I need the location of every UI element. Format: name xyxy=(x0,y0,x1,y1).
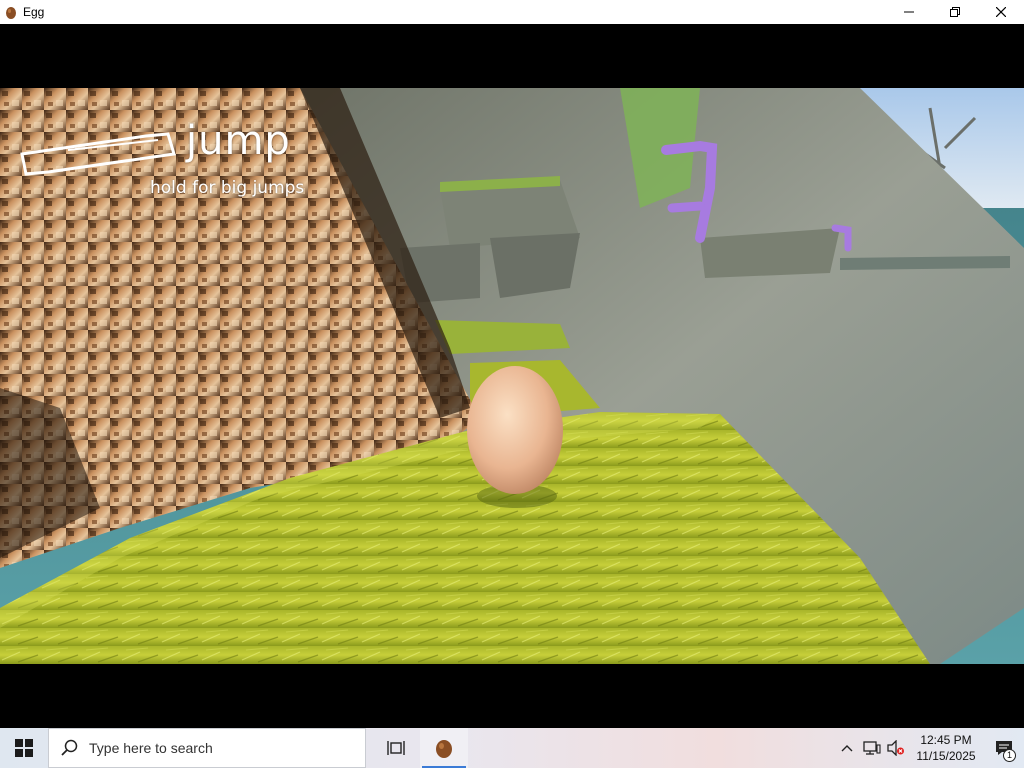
taskbar-search-box[interactable]: Type here to search xyxy=(48,728,366,768)
notification-count: 1 xyxy=(1003,749,1016,762)
chevron-up-icon xyxy=(841,745,853,752)
system-tray: 12:45 PM 11/15/2025 1 xyxy=(834,728,1024,768)
close-button[interactable] xyxy=(978,0,1024,24)
clock-time: 12:45 PM xyxy=(920,733,972,747)
hud-jump-hint: hold for big jumps xyxy=(150,178,305,198)
window-title: Egg xyxy=(23,5,45,19)
taskbar-app-egg[interactable] xyxy=(420,728,468,768)
volume-button[interactable] xyxy=(884,728,908,768)
egg-icon xyxy=(436,740,452,758)
window-controls xyxy=(886,0,1024,24)
game-viewport[interactable]: jump hold for big jumps xyxy=(0,24,1024,728)
volume-muted-icon xyxy=(887,740,904,756)
start-button[interactable] xyxy=(0,728,48,768)
search-icon xyxy=(61,739,78,756)
task-view-button[interactable] xyxy=(372,728,420,768)
maximize-button[interactable] xyxy=(932,0,978,24)
minimize-button[interactable] xyxy=(886,0,932,24)
windows-logo-icon xyxy=(15,739,33,757)
title-bar: Egg xyxy=(0,0,1024,24)
hud-jump-label: jump xyxy=(186,118,291,164)
notification-center-button[interactable]: 1 xyxy=(984,728,1024,768)
minimize-icon xyxy=(904,11,914,13)
taskbar: Type here to search 12:45 PM 11/15/2025 … xyxy=(0,728,1024,768)
network-icon xyxy=(863,741,881,755)
search-placeholder: Type here to search xyxy=(89,740,213,756)
egg-icon xyxy=(6,7,16,19)
maximize-icon xyxy=(950,7,960,17)
close-icon xyxy=(996,7,1006,17)
clock-button[interactable]: 12:45 PM 11/15/2025 xyxy=(908,728,984,768)
clock-date: 11/15/2025 xyxy=(916,749,976,763)
task-view-icon xyxy=(387,741,405,755)
show-hidden-icons-button[interactable] xyxy=(834,728,860,768)
network-button[interactable] xyxy=(860,728,884,768)
